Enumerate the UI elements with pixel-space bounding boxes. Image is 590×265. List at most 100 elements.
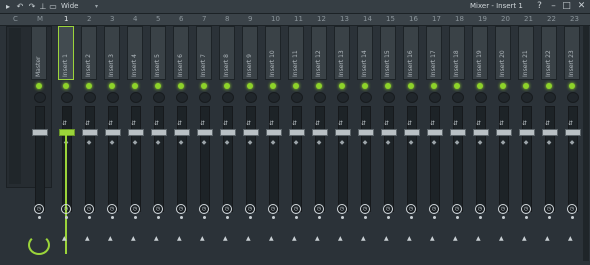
- pan-knob[interactable]: [452, 92, 464, 103]
- insert-strip[interactable]: Insert 21 ⇵ ◆ ◷ ▲: [516, 26, 536, 261]
- clock-icon[interactable]: ◷: [268, 204, 278, 214]
- swap-arrows-icon[interactable]: ⇵: [384, 120, 389, 127]
- send-arrow-icon[interactable]: ▲: [315, 235, 320, 242]
- insert-strip[interactable]: Insert 3 ⇵ ◆ ◷ ▲: [102, 26, 122, 261]
- stereo-icon[interactable]: ◆: [222, 139, 232, 146]
- pan-knob[interactable]: [245, 92, 257, 103]
- volume-fader[interactable]: [59, 129, 75, 136]
- insert-enable-led[interactable]: [431, 83, 437, 89]
- clock-icon[interactable]: ◷: [567, 204, 577, 214]
- clock-icon[interactable]: ◷: [176, 204, 186, 214]
- clock-icon[interactable]: ◷: [107, 204, 117, 214]
- send-arrow-icon[interactable]: ▲: [223, 235, 228, 242]
- swap-arrows-icon[interactable]: ⇵: [131, 120, 136, 127]
- chevron-down-icon[interactable]: ▾: [95, 0, 98, 13]
- volume-fader[interactable]: [542, 129, 558, 136]
- route-dot[interactable]: [548, 216, 551, 219]
- route-dot[interactable]: [157, 216, 160, 219]
- swap-arrows-icon[interactable]: ⇵: [430, 120, 435, 127]
- pan-knob[interactable]: [291, 92, 303, 103]
- stereo-icon[interactable]: ◆: [130, 139, 140, 146]
- insert-strip[interactable]: Insert 7 ⇵ ◆ ◷ ▲: [194, 26, 214, 261]
- volume-fader[interactable]: [312, 129, 328, 136]
- send-arrow-icon[interactable]: ▲: [85, 235, 90, 242]
- volume-fader[interactable]: [128, 129, 144, 136]
- insert-enable-led[interactable]: [201, 83, 207, 89]
- send-arrow-icon[interactable]: ▲: [131, 235, 136, 242]
- route-dot[interactable]: [65, 216, 68, 219]
- route-dot[interactable]: [456, 216, 459, 219]
- swap-arrows-icon[interactable]: ⇵: [361, 120, 366, 127]
- stereo-icon[interactable]: ◆: [544, 139, 554, 146]
- route-dot[interactable]: [318, 216, 321, 219]
- route-dot[interactable]: [203, 216, 206, 219]
- volume-fader[interactable]: [404, 129, 420, 136]
- stereo-icon[interactable]: ◆: [291, 139, 301, 146]
- volume-fader[interactable]: [335, 129, 351, 136]
- swap-arrows-icon[interactable]: ⇵: [200, 120, 205, 127]
- volume-fader[interactable]: [565, 129, 581, 136]
- clock-icon[interactable]: ◷: [61, 204, 71, 214]
- swap-arrows-icon[interactable]: ⇵: [269, 120, 274, 127]
- master-pan-knob[interactable]: [34, 92, 46, 103]
- send-arrow-icon[interactable]: ▲: [292, 235, 297, 242]
- master-fader[interactable]: [32, 129, 48, 136]
- clock-icon[interactable]: ◷: [199, 204, 209, 214]
- insert-strip[interactable]: Insert 4 ⇵ ◆ ◷ ▲: [125, 26, 145, 261]
- route-control[interactable]: [28, 235, 50, 255]
- master-route-dot[interactable]: [38, 216, 41, 219]
- swap-arrows-icon[interactable]: ⇵: [292, 120, 297, 127]
- swap-arrows-icon[interactable]: ⇵: [568, 120, 573, 127]
- send-arrow-icon[interactable]: ▲: [200, 235, 205, 242]
- route-dot[interactable]: [410, 216, 413, 219]
- volume-fader[interactable]: [473, 129, 489, 136]
- clock-icon[interactable]: ◷: [245, 204, 255, 214]
- insert-strip[interactable]: Insert 17 ⇵ ◆ ◷ ▲: [424, 26, 444, 261]
- pan-knob[interactable]: [475, 92, 487, 103]
- view-mode-select[interactable]: Wide: [61, 0, 78, 13]
- vertical-scrollbar[interactable]: [583, 26, 589, 261]
- volume-fader[interactable]: [151, 129, 167, 136]
- route-dot[interactable]: [387, 216, 390, 219]
- send-arrow-icon[interactable]: ▲: [269, 235, 274, 242]
- insert-strip[interactable]: Insert 5 ⇵ ◆ ◷ ▲: [148, 26, 168, 261]
- help-button[interactable]: ?: [534, 1, 545, 12]
- stereo-icon[interactable]: ◆: [84, 139, 94, 146]
- pan-knob[interactable]: [360, 92, 372, 103]
- insert-enable-led[interactable]: [500, 83, 506, 89]
- insert-enable-led[interactable]: [247, 83, 253, 89]
- master-strip[interactable]: Master ◷: [29, 26, 49, 261]
- send-arrow-icon[interactable]: ▲: [361, 235, 366, 242]
- swap-arrows-icon[interactable]: ⇵: [453, 120, 458, 127]
- clock-icon[interactable]: ◷: [153, 204, 163, 214]
- insert-enable-led[interactable]: [339, 83, 345, 89]
- insert-strip[interactable]: Insert 9 ⇵ ◆ ◷ ▲: [240, 26, 260, 261]
- route-dot[interactable]: [111, 216, 114, 219]
- insert-strip[interactable]: Insert 13 ⇵ ◆ ◷ ▲: [332, 26, 352, 261]
- insert-enable-led[interactable]: [293, 83, 299, 89]
- insert-strip[interactable]: Insert 11 ⇵ ◆ ◷ ▲: [286, 26, 306, 261]
- stereo-icon[interactable]: ◆: [360, 139, 370, 146]
- insert-strip[interactable]: Insert 12 ⇵ ◆ ◷ ▲: [309, 26, 329, 261]
- route-dot[interactable]: [134, 216, 137, 219]
- pan-knob[interactable]: [406, 92, 418, 103]
- send-arrow-icon[interactable]: ▲: [430, 235, 435, 242]
- swap-arrows-icon[interactable]: ⇵: [177, 120, 182, 127]
- insert-enable-led[interactable]: [569, 83, 575, 89]
- route-dot[interactable]: [433, 216, 436, 219]
- stereo-icon[interactable]: ◆: [107, 139, 117, 146]
- volume-fader[interactable]: [427, 129, 443, 136]
- swap-arrows-icon[interactable]: ⇵: [522, 120, 527, 127]
- send-arrow-icon[interactable]: ▲: [338, 235, 343, 242]
- master-enable-led[interactable]: [36, 83, 42, 89]
- clock-icon[interactable]: ◷: [337, 204, 347, 214]
- clock-icon[interactable]: ◷: [544, 204, 554, 214]
- pan-knob[interactable]: [567, 92, 579, 103]
- stereo-icon[interactable]: ◆: [452, 139, 462, 146]
- send-arrow-icon[interactable]: ▲: [407, 235, 412, 242]
- route-dot[interactable]: [88, 216, 91, 219]
- swap-arrows-icon[interactable]: ⇵: [315, 120, 320, 127]
- stereo-icon[interactable]: ◆: [268, 139, 278, 146]
- volume-fader[interactable]: [220, 129, 236, 136]
- insert-enable-led[interactable]: [408, 83, 414, 89]
